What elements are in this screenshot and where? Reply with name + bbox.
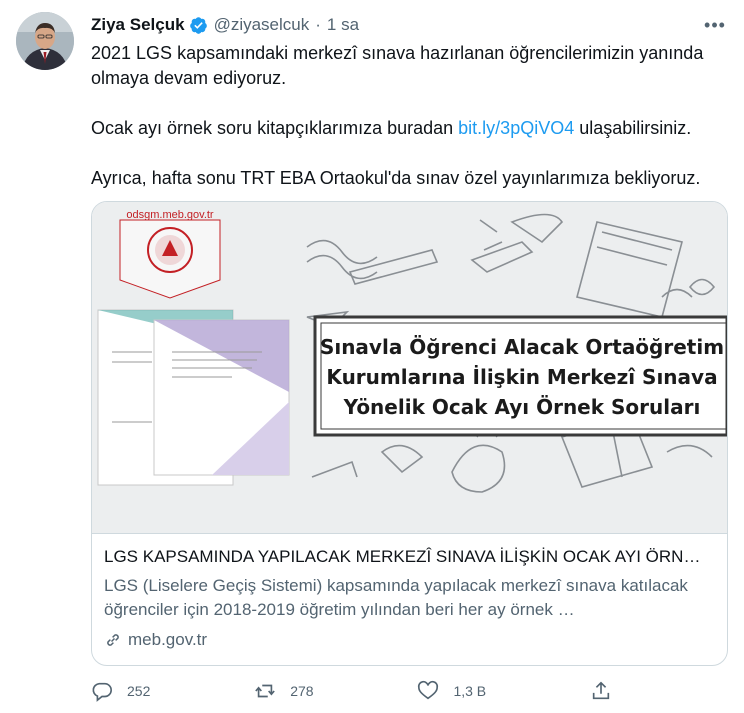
card-image[interactable]: odsgm.meb.gov.tr Sınavla Öğrenci Alacak …: [92, 202, 727, 534]
like-icon: [418, 680, 439, 700]
share-button[interactable]: [590, 678, 626, 704]
verified-badge-icon: [189, 16, 207, 34]
reply-count: 252: [127, 683, 151, 699]
like-count: 1,3 B: [453, 683, 487, 699]
tweet-link[interactable]: bit.ly/3pQiVO4: [458, 118, 574, 138]
retweet-count: 278: [290, 683, 314, 699]
tweet-text: 2021 LGS kapsamındaki merkezî sınava haz…: [91, 41, 731, 191]
tweet-timestamp[interactable]: 1 sa: [327, 15, 359, 35]
tweet-actions: 252 278 1,3 B: [91, 678, 626, 704]
header-separator: ·: [315, 15, 321, 34]
card-meta: LGS KAPSAMINDA YAPILACAK MERKEZÎ SINAVA …: [104, 546, 715, 652]
retweet-icon: [255, 684, 276, 698]
paragraph-2-before: Ocak ayı örnek soru kitapçıklarımıza bur…: [91, 118, 459, 138]
tweet-paragraph-2: Ocak ayı örnek soru kitapçıklarımıza bur…: [91, 116, 731, 141]
paragraph-2-after: ulaşabilirsiniz.: [574, 118, 692, 138]
card-domain-text: meb.gov.tr: [128, 630, 208, 649]
banner-site-label: odsgm.meb.gov.tr: [126, 209, 214, 221]
tweet-header: Ziya Selçuk @ziyaselcuk · 1 sa •••: [91, 13, 728, 37]
author-handle[interactable]: @ziyaselcuk: [214, 15, 310, 35]
link-preview-card[interactable]: odsgm.meb.gov.tr Sınavla Öğrenci Alacak …: [91, 201, 728, 666]
avatar-photo: [16, 12, 74, 70]
reply-icon: [92, 682, 112, 702]
card-title[interactable]: LGS KAPSAMINDA YAPILACAK MERKEZÎ SINAVA …: [104, 546, 715, 568]
card-description: LGS (Liselere Geçiş Sistemi) kapsamında …: [104, 576, 688, 619]
author-name[interactable]: Ziya Selçuk: [91, 15, 185, 35]
more-options-icon[interactable]: •••: [702, 13, 728, 37]
headline-line-2: Kurumlarına İlişkin Merkezî Sınava: [326, 365, 717, 389]
meb-banner: odsgm.meb.gov.tr: [119, 209, 221, 299]
link-icon: [107, 634, 119, 646]
card-illustration: odsgm.meb.gov.tr Sınavla Öğrenci Alacak …: [92, 202, 727, 533]
headline-line-3: Yönelik Ocak Ayı Örnek Soruları: [343, 395, 701, 419]
headline-frame: Sınavla Öğrenci Alacak Ortaöğretim Kurum…: [313, 315, 727, 437]
author-avatar[interactable]: [16, 12, 74, 70]
sample-documents: [97, 309, 290, 486]
retweet-button[interactable]: 278: [254, 678, 314, 704]
tweet-paragraph-1: 2021 LGS kapsamındaki merkezî sınava haz…: [91, 43, 704, 88]
card-domain: meb.gov.tr: [104, 628, 715, 652]
like-button[interactable]: 1,3 B: [417, 678, 486, 704]
reply-button[interactable]: 252: [91, 678, 150, 704]
tweet-paragraph-3: Ayrıca, hafta sonu TRT EBA Ortaokul'da s…: [91, 168, 701, 188]
headline-line-1: Sınavla Öğrenci Alacak Ortaöğretim: [320, 335, 724, 359]
share-icon: [592, 681, 610, 700]
